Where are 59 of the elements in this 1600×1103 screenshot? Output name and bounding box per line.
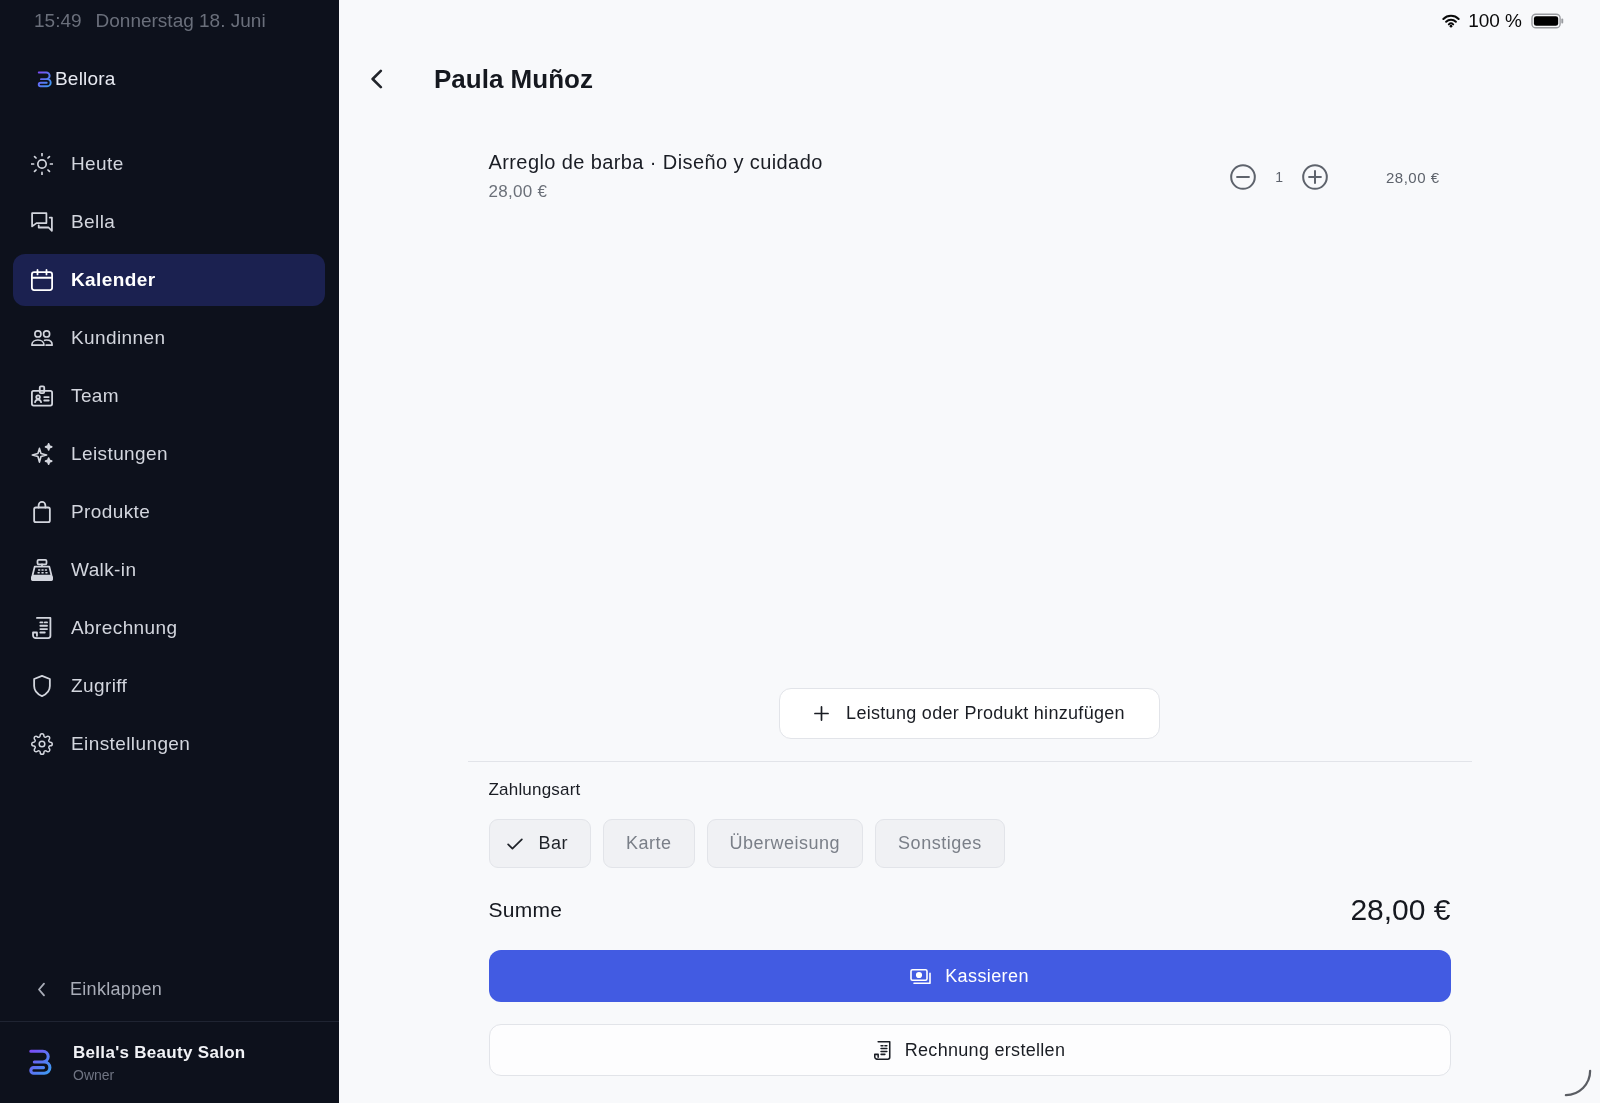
sidebar-item[interactable]: Team — [13, 370, 325, 422]
status-time: 15:49 — [34, 10, 82, 32]
sidebar-item[interactable]: Leistungen — [13, 428, 325, 480]
chevron-left-icon — [37, 981, 46, 997]
sidebar-item[interactable]: Kundinnen — [13, 312, 325, 364]
sidebar-item[interactable]: Heute — [13, 138, 325, 190]
receipt-icon — [873, 1040, 891, 1060]
shopping-bag-icon — [31, 501, 53, 523]
sidebar-item[interactable]: Kalender — [13, 254, 325, 306]
corner-arc-icon — [1564, 1069, 1592, 1097]
receipt-icon — [31, 617, 53, 639]
payment-option[interactable]: Sonstiges — [875, 819, 1005, 868]
sidebar-item[interactable]: Produkte — [13, 486, 325, 538]
plus-circle-icon — [1301, 164, 1328, 190]
decrease-button[interactable] — [1230, 164, 1257, 190]
shield-icon — [31, 675, 53, 697]
plus-icon — [814, 706, 830, 721]
brand-name: Bellora — [55, 68, 116, 90]
wifi-icon — [1442, 14, 1461, 28]
battery-icon — [1531, 13, 1564, 29]
checkout-button[interactable]: Kassieren — [488, 950, 1451, 1002]
sidebar-item[interactable]: Bella — [13, 196, 325, 248]
minus-circle-icon — [1230, 164, 1257, 190]
item-name: Arreglo de barba · Diseño y cuidado — [488, 150, 823, 175]
cash-register-icon — [31, 559, 53, 581]
sun-icon — [31, 153, 53, 175]
item-quantity: 1 — [1275, 169, 1283, 185]
id-card-icon — [31, 385, 53, 407]
status-date: Donnerstag 18. Juni — [95, 10, 266, 32]
check-icon — [506, 837, 523, 850]
sidebar-item[interactable]: Walk-in — [13, 544, 325, 596]
payment-option[interactable]: Überweisung — [706, 819, 864, 868]
sidebar-item[interactable]: Zugriff — [13, 660, 325, 712]
account-name: Bella's Beauty Salon — [73, 1042, 246, 1063]
add-item-button[interactable]: Leistung oder Produkt hinzufügen — [779, 688, 1160, 739]
account-role: Owner — [73, 1066, 115, 1083]
sparkles-icon — [31, 443, 53, 465]
logo-icon — [37, 70, 52, 88]
logo-icon — [28, 1049, 52, 1076]
people-icon — [31, 327, 53, 349]
invoice-button[interactable]: Rechnung erstellen — [488, 1024, 1451, 1076]
increase-button[interactable] — [1301, 164, 1328, 190]
total-amount: 28,00 € — [1350, 893, 1451, 927]
section-label: Zahlungsart — [488, 779, 581, 801]
collapse-button[interactable]: Einklappen — [13, 967, 325, 1011]
chat-bubbles-icon — [31, 211, 53, 233]
item-total: 28,00 € — [1385, 169, 1440, 186]
sidebar-item[interactable]: Abrechnung — [13, 602, 325, 654]
calendar-icon — [31, 269, 53, 291]
payment-option[interactable]: Bar — [488, 819, 591, 868]
page-title: Paula Muñoz — [434, 63, 593, 95]
total-label: Summe — [488, 898, 563, 922]
gear-icon — [31, 733, 53, 755]
payment-option[interactable]: Karte — [603, 819, 695, 868]
item-price: 28,00 € — [488, 181, 548, 203]
chevron-left-icon — [371, 68, 383, 90]
sidebar-item[interactable]: Einstellungen — [13, 718, 325, 770]
banknote-icon — [910, 967, 932, 985]
battery-percent: 100 % — [1468, 10, 1522, 32]
